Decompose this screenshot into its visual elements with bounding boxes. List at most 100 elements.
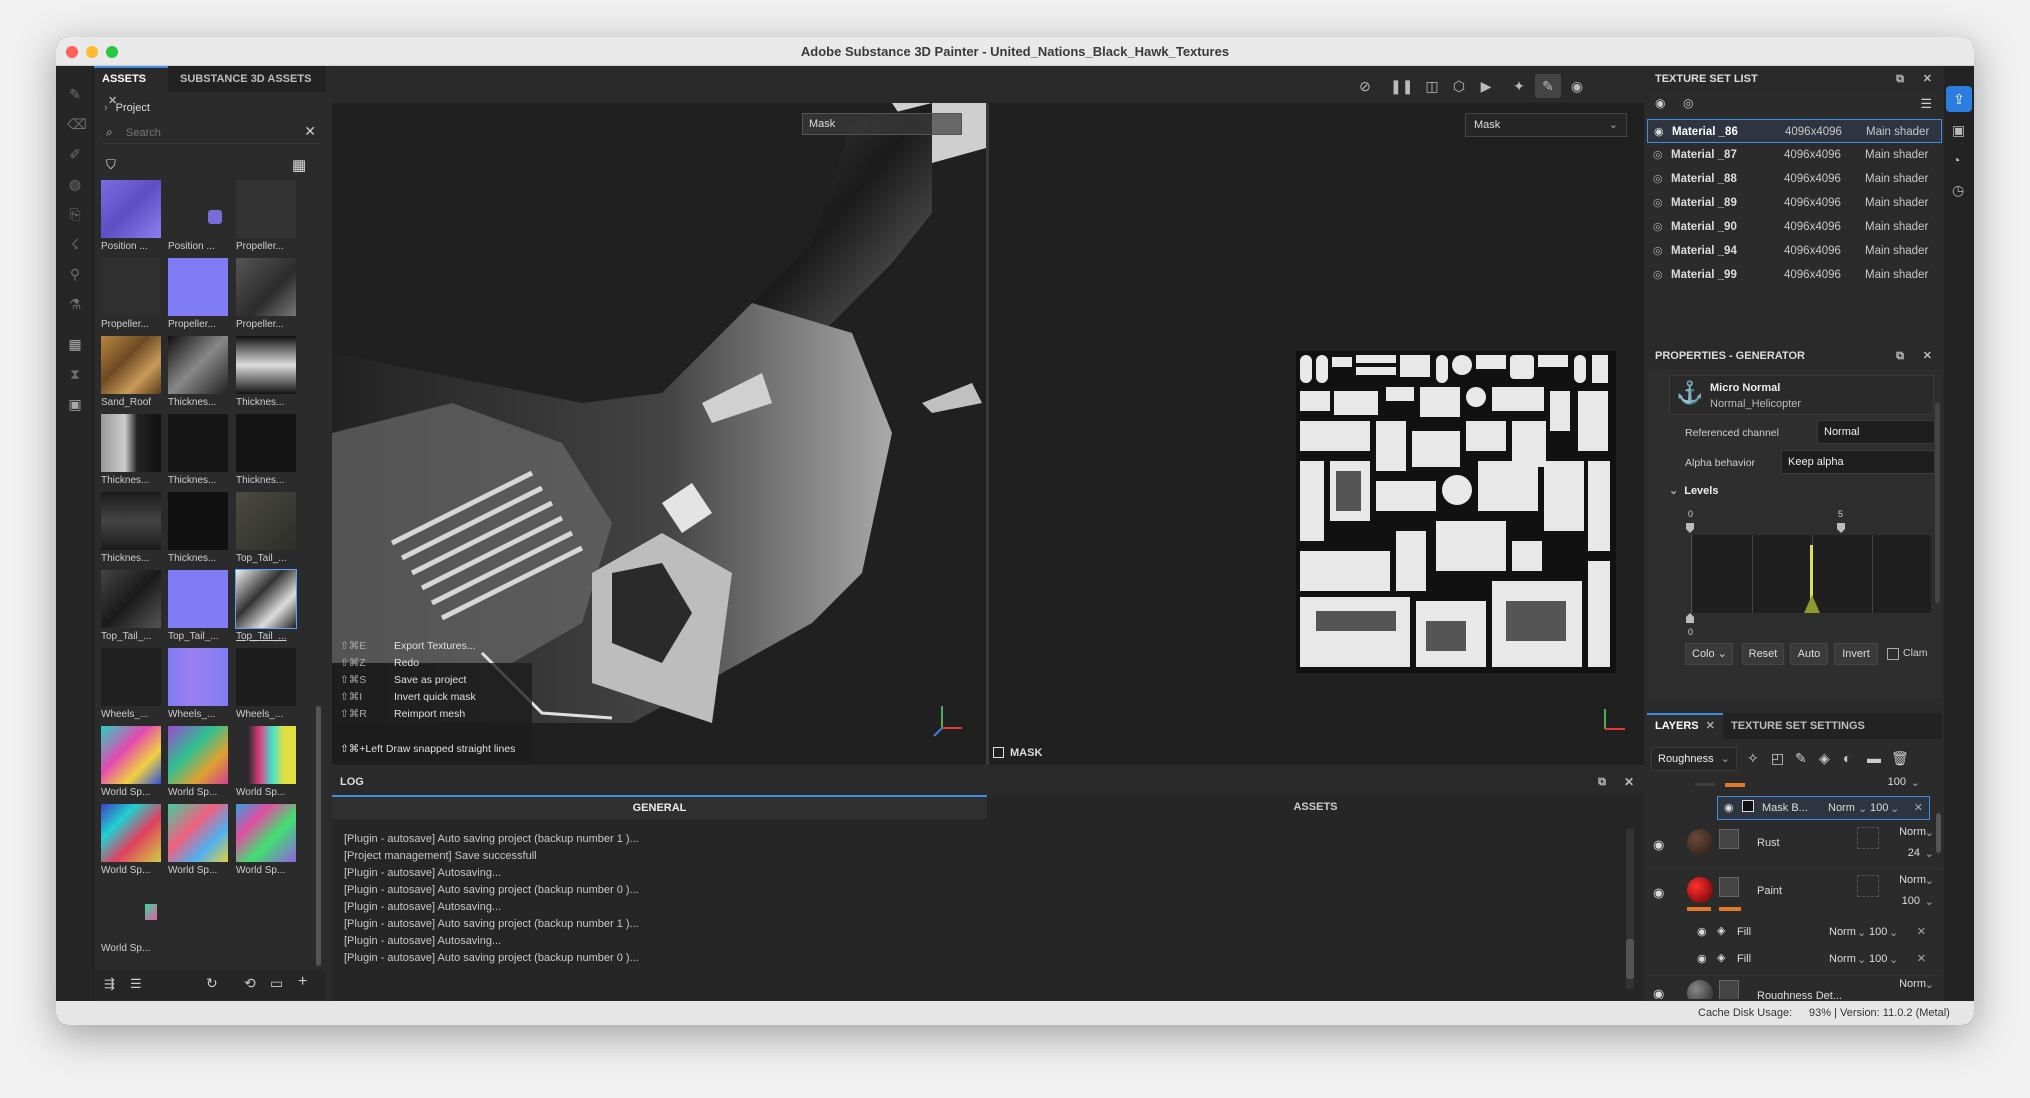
eye-icon[interactable]: ◉ (1653, 837, 1664, 853)
search-input[interactable] (126, 124, 286, 142)
asset-thumb[interactable] (236, 726, 296, 784)
asset-thumb[interactable] (101, 180, 161, 238)
asset-thumb[interactable] (236, 804, 296, 862)
display-icon[interactable]: ▣ (1952, 122, 1965, 139)
grid-view-icon[interactable]: ▦ (292, 156, 306, 174)
filter-icon[interactable]: ⛉ (106, 157, 116, 173)
paint-layer-icon[interactable]: ✎ (1795, 750, 1807, 767)
history-icon[interactable]: ◷ (1952, 182, 1964, 199)
shader-icon[interactable]: ◔ (1952, 152, 1960, 168)
viewport-channel-dropdown[interactable]: Mask (802, 113, 962, 135)
split-view-icon[interactable]: ◫ (1422, 77, 1442, 95)
invert-button[interactable]: Invert (1834, 643, 1878, 665)
layers-scrollbar[interactable] (1936, 813, 1941, 853)
cube-icon[interactable]: ⬡ (1449, 77, 1469, 95)
hourglass-icon[interactable]: ⧗ (67, 366, 83, 382)
smart-material-icon[interactable]: ◐ (1843, 750, 1851, 766)
reset-button[interactable]: Reset (1742, 643, 1784, 665)
import-icon[interactable]: ⇶ (104, 976, 115, 992)
layer-row[interactable]: ◉ Paint Norm ⌄ 100 ⌄ (1647, 871, 1942, 917)
layer-blend[interactable]: Norm (1899, 978, 1926, 990)
tab-layers[interactable]: LAYERS ✕ (1647, 713, 1723, 739)
layer-effect-row[interactable]: ◉ ◈ Fill Norm ⌄ 100 ⌄ ✕ (1647, 921, 1942, 945)
clone-icon[interactable]: ⎘ (67, 206, 83, 222)
color-mode-dropdown[interactable]: Colo ⌄ (1685, 643, 1733, 665)
layer-blend[interactable]: Norm (1899, 826, 1926, 838)
folder-icon[interactable]: ▭ (270, 975, 283, 992)
levels-section[interactable]: ⌄ Levels (1669, 484, 1718, 497)
eye-icon[interactable]: ◉ (1654, 120, 1664, 144)
list-icon[interactable]: ☰ (130, 976, 142, 992)
viewport-3d[interactable]: Mask ⇧⌘E Export Textures... ⇧⌘Z Redo ⇧⌘S… (332, 103, 986, 765)
folder-icon[interactable]: ▬ (1867, 750, 1881, 766)
tab-assets[interactable]: ASSETS ✕ (94, 66, 168, 107)
asset-thumb[interactable] (101, 258, 161, 316)
close-icon[interactable]: ✕ (1917, 925, 1926, 938)
asset-thumb[interactable] (168, 804, 228, 862)
paint-mode-icon[interactable]: ✎ (1535, 74, 1561, 98)
eye-icon[interactable]: ◉ (1697, 952, 1707, 965)
asset-thumb[interactable] (168, 336, 228, 394)
eraser-icon[interactable]: ⌫ (67, 116, 87, 132)
paint-brush-icon[interactable]: ✎ (67, 86, 83, 102)
lights-icon[interactable]: ✦ (1509, 77, 1529, 95)
texture-set-row[interactable]: ◎ Material _89 4096x4096 Main shader (1647, 191, 1942, 215)
breadcrumb[interactable]: › Project (104, 102, 150, 114)
eye-icon[interactable]: ◉ (1697, 925, 1707, 938)
eye-icon[interactable]: ◉ (1653, 885, 1664, 901)
channel-dropdown[interactable]: Roughness ⌄ (1651, 747, 1737, 771)
asset-thumb[interactable] (168, 726, 228, 784)
effects-icon[interactable]: ✧ (1747, 750, 1759, 767)
asset-thumb[interactable] (236, 336, 296, 394)
tab-log-assets[interactable]: ASSETS (987, 795, 1644, 819)
asset-thumb[interactable] (168, 492, 228, 550)
texture-set-row[interactable]: ◎ Material _88 4096x4096 Main shader (1647, 167, 1942, 191)
material-picker-icon[interactable]: ⚲ (67, 266, 83, 282)
asset-thumb[interactable] (168, 648, 228, 706)
layer-opacity[interactable]: 100 (1888, 776, 1906, 788)
asset-thumb[interactable] (168, 258, 228, 316)
texture-set-row[interactable]: ◎ Material _87 4096x4096 Main shader (1647, 143, 1942, 167)
tab-texture-set-settings[interactable]: TEXTURE SET SETTINGS (1723, 713, 1873, 739)
close-icon[interactable]: ✕ (1923, 66, 1932, 92)
clamp-checkbox[interactable] (1887, 648, 1899, 660)
layer-blend[interactable]: Norm (1899, 874, 1926, 886)
history-icon[interactable]: ⟲ (244, 975, 256, 992)
levels-gamma-handle[interactable] (1837, 523, 1845, 533)
pause-icon[interactable]: ❚❚ (1390, 77, 1413, 95)
texture-set-row[interactable]: ◎ Material _94 4096x4096 Main shader (1647, 239, 1942, 263)
add-icon[interactable]: + (298, 973, 307, 991)
viewport-splitter[interactable] (986, 103, 989, 765)
asset-thumb[interactable] (101, 804, 161, 862)
eye-icon[interactable]: ◎ (1653, 215, 1663, 239)
alpha-dropdown[interactable]: Keep alpha (1781, 450, 1935, 474)
asset-thumb[interactable] (101, 882, 161, 940)
close-icon[interactable]: ✕ (1923, 343, 1932, 369)
undock-icon[interactable]: ⧉ (1598, 769, 1606, 795)
texture-set-row[interactable]: ◉ Material _86 4096x4096 Main shader (1647, 119, 1942, 143)
eye-icon[interactable]: ◎ (1653, 167, 1663, 191)
layer-opacity[interactable]: 24 (1908, 847, 1920, 859)
asset-thumb[interactable] (168, 570, 228, 628)
camera-icon[interactable]: ▶ (1476, 77, 1496, 95)
tab-substance-assets[interactable]: SUBSTANCE 3D ASSETS (172, 66, 319, 92)
layer-effect-row[interactable]: ◉ ◈ Fill Norm ⌄ 100 ⌄ ✕ (1647, 948, 1942, 972)
mask-icon[interactable]: ◰ (1771, 750, 1784, 767)
bake-icon[interactable]: ⚗ (67, 296, 83, 312)
assets-icon[interactable]: ▦ (67, 336, 83, 352)
eye-icon[interactable]: ◎ (1653, 143, 1663, 167)
eye-icon[interactable]: ◎ (1653, 239, 1663, 263)
log-scrollbar[interactable] (1626, 829, 1634, 989)
geometry-mask-icon[interactable]: ◍ (67, 176, 83, 192)
asset-thumb[interactable] (101, 336, 161, 394)
eye-icon[interactable]: ◎ (1653, 263, 1663, 287)
tab-general[interactable]: GENERAL (332, 795, 987, 819)
undock-icon[interactable]: ⧉ (1896, 343, 1904, 369)
layer-opacity[interactable]: 100 (1869, 926, 1887, 938)
asset-thumb[interactable] (168, 180, 228, 238)
close-icon[interactable]: ✕ (1914, 801, 1923, 814)
uv-channel-dropdown[interactable]: Mask ⌄ (1465, 113, 1627, 137)
hide-icon[interactable]: ⊘ (1355, 77, 1375, 95)
layer-row[interactable]: 100 ⌄ (1647, 773, 1942, 795)
close-icon[interactable]: ✕ (1624, 769, 1634, 795)
